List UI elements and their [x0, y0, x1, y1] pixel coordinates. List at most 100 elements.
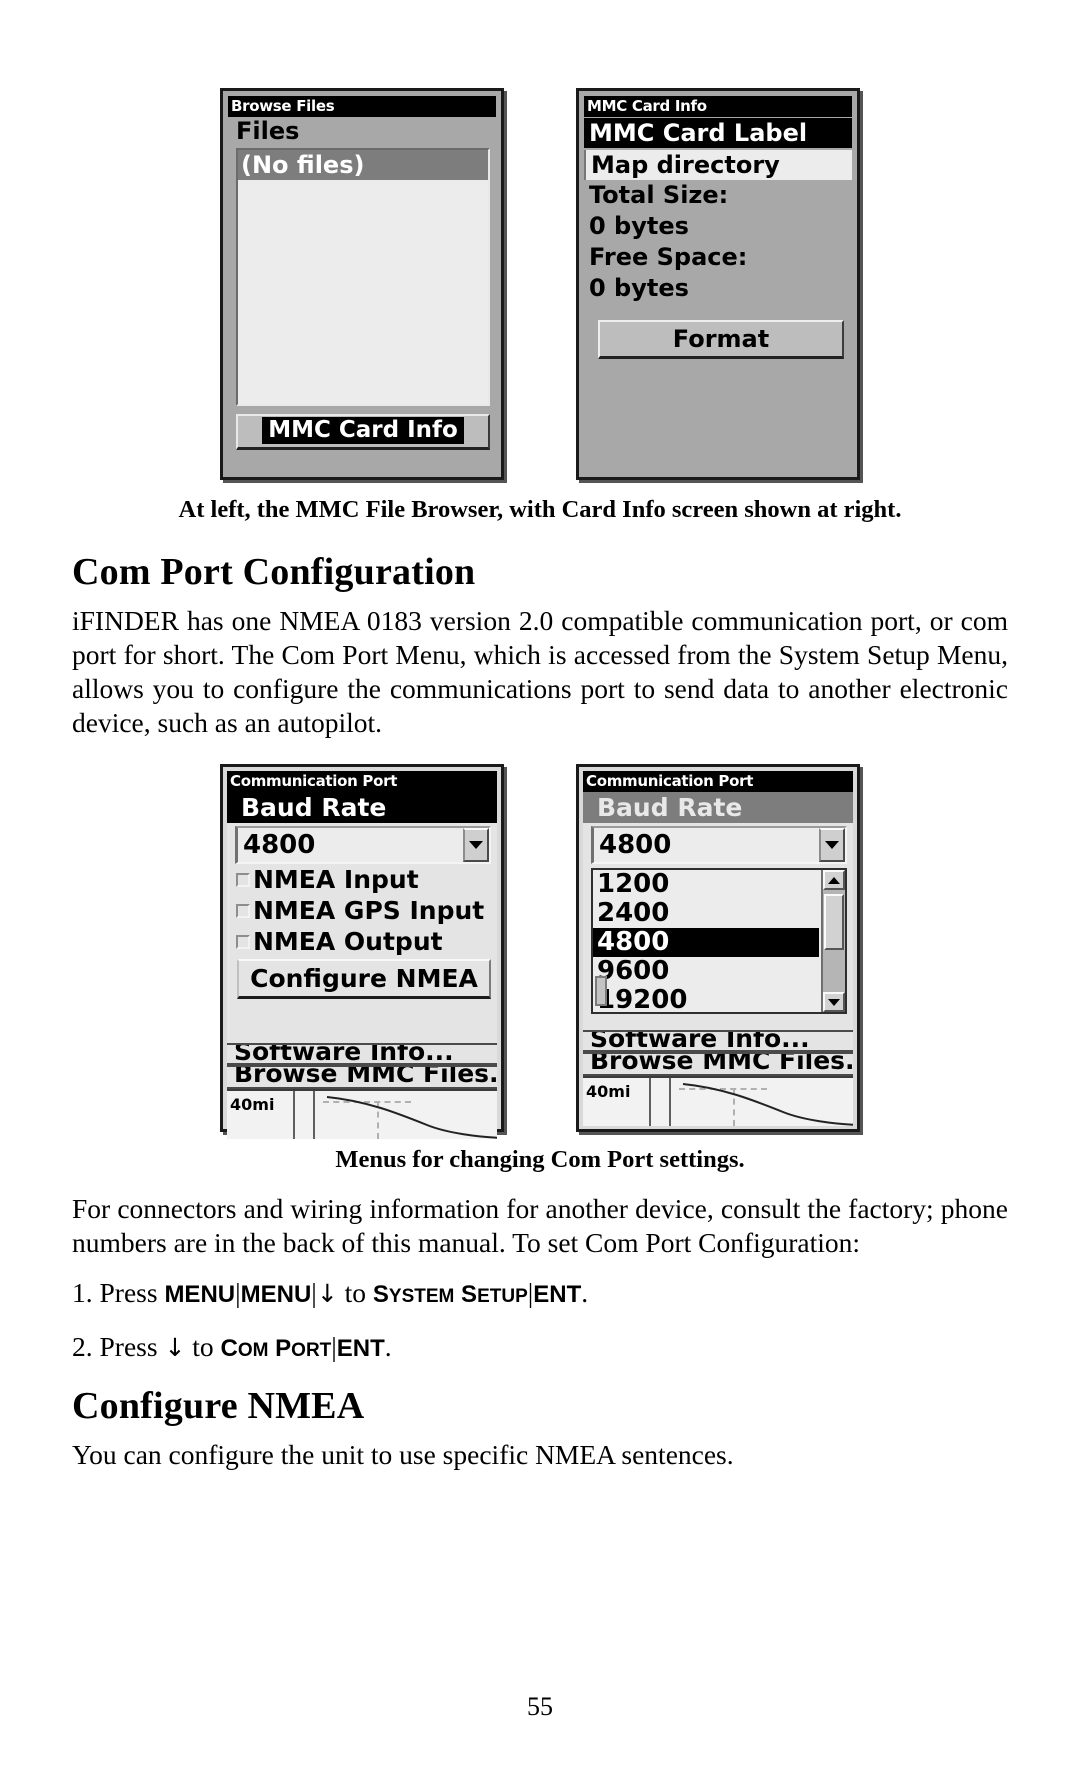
step-1-key-menu-1: MENU — [164, 1281, 236, 1308]
comport-left-inner: Communication Port Baud Rate 4800 NMEA I… — [227, 771, 497, 1139]
browse-files-button-wrap: MMC Card Info — [236, 414, 490, 450]
step-2-target-u2: P — [275, 1335, 292, 1362]
step-2-number: 2. — [72, 1331, 93, 1362]
menu-item-browse-mmc-files-left[interactable]: Browse MMC Files... — [227, 1065, 497, 1089]
figure-mmc-screens: Browse Files Files (No files) MMC Card I… — [0, 88, 1080, 480]
checkbox-nmea-output-label: NMEA Output — [253, 927, 443, 956]
card-label-value[interactable]: Map directory — [584, 150, 852, 180]
step-1-target-u2: S — [461, 1281, 478, 1308]
browse-files-header: Files — [228, 117, 496, 146]
checkbox-icon — [236, 934, 250, 949]
map-coastline — [326, 1096, 497, 1139]
document-page: Browse Files Files (No files) MMC Card I… — [0, 88, 1080, 1770]
heading-configure-nmea: Configure NMEA — [72, 1385, 365, 1427]
device-screen-comport-right: Communication Port Baud Rate 4800 1200 2… — [576, 764, 860, 1132]
arrow-down-icon: ↓ — [316, 1279, 338, 1308]
baud-rate-value-left: 4800 — [243, 830, 316, 860]
baud-rate-dropdown-list[interactable]: 1200 2400 4800 9600 19200 — [591, 868, 847, 1014]
step-1-target-l1: YSTEM — [388, 1286, 455, 1307]
total-size-label: Total Size: — [589, 181, 729, 209]
map-strip-left: 40mi — [227, 1089, 497, 1139]
step-1-key-ent: ENT — [533, 1281, 582, 1308]
baud-rate-combo-right[interactable]: 4800 — [591, 826, 847, 864]
baud-rate-combo-left[interactable]: 4800 — [235, 826, 491, 864]
map-coastline — [682, 1083, 853, 1126]
paragraph-connectors: For connectors and wiring information fo… — [72, 1193, 1008, 1258]
page-number: 55 — [527, 1692, 553, 1721]
step-2-target-l1: OM — [237, 1340, 269, 1361]
mmc-card-info-button-label: MMC Card Info — [262, 417, 464, 444]
checkbox-nmea-output[interactable]: NMEA Output — [227, 926, 497, 957]
format-button[interactable]: Format — [598, 320, 844, 359]
step-1-key-menu-2: MENU — [240, 1281, 312, 1308]
comport-left-spacer — [227, 999, 497, 1043]
baud-option[interactable]: 19200 — [593, 986, 819, 1013]
list-left-nub — [595, 976, 607, 1006]
device-screen-card-info: MMC Card Info MMC Card Label Map directo… — [576, 88, 860, 480]
device-screen-browse-files: Browse Files Files (No files) MMC Card I… — [220, 88, 504, 480]
step-2-press: Press — [99, 1331, 158, 1362]
format-button-wrap: Format — [598, 320, 844, 359]
step-2-period: . — [384, 1331, 392, 1362]
configure-nmea-button[interactable]: Configure NMEA — [237, 959, 491, 999]
browse-files-selected-item[interactable]: (No files) — [238, 150, 488, 180]
mmc-card-info-button[interactable]: MMC Card Info — [236, 414, 490, 450]
menu-item-software-info-right[interactable]: Software Info... — [583, 1030, 853, 1052]
checkbox-icon — [236, 903, 250, 918]
checkbox-nmea-input[interactable]: NMEA Input — [227, 864, 497, 895]
dropdown-scrollbar[interactable] — [821, 870, 845, 1012]
map-strip-right: 40mi — [583, 1076, 853, 1126]
paragraph-com-port-intro: iFINDER has one NMEA 0183 version 2.0 co… — [72, 605, 1008, 738]
arrow-down-icon — [828, 998, 840, 1006]
baud-rate-header-right: Baud Rate — [583, 792, 853, 823]
checkbox-icon — [236, 872, 250, 887]
device-screen-comport-left: Communication Port Baud Rate 4800 NMEA I… — [220, 764, 504, 1139]
arrow-up-icon — [828, 876, 840, 884]
scroll-down-button[interactable] — [823, 992, 845, 1012]
paragraph-configure-nmea: You can configure the unit to use specif… — [72, 1439, 734, 1470]
arrow-down-icon: ↓ — [164, 1333, 186, 1362]
baud-option[interactable]: 2400 — [593, 899, 819, 928]
chevron-down-icon[interactable] — [463, 828, 489, 862]
scrollbar-thumb[interactable] — [824, 894, 844, 950]
menu-item-software-info-left[interactable]: Software Info... — [227, 1043, 497, 1065]
step-2-target-u1: C — [220, 1335, 238, 1362]
step-2-to: to — [192, 1331, 214, 1362]
figure1-caption: At left, the MMC File Browser, with Card… — [178, 496, 902, 523]
baud-rate-options: 1200 2400 4800 9600 19200 — [593, 870, 819, 1013]
browse-files-list[interactable]: (No files) — [236, 148, 490, 406]
comport-left-titlebar: Communication Port — [227, 771, 497, 792]
baud-option[interactable]: 9600 — [593, 957, 819, 986]
step-1-press: Press — [99, 1277, 158, 1308]
total-size-value: 0 bytes — [589, 212, 689, 240]
step-2-key-ent: ENT — [336, 1335, 385, 1362]
checkbox-nmea-gps-input-label: NMEA GPS Input — [253, 896, 485, 925]
card-info-titlebar: MMC Card Info — [584, 96, 852, 117]
step-1-target-l2: ETUP — [477, 1286, 528, 1307]
checkbox-nmea-gps-input[interactable]: NMEA GPS Input — [227, 895, 497, 926]
step-2-target-l2: ORT — [291, 1340, 332, 1361]
chevron-down-icon[interactable] — [819, 828, 845, 862]
figure-comport-screens: Communication Port Baud Rate 4800 NMEA I… — [0, 764, 1080, 1139]
baud-rate-header-left: Baud Rate — [227, 792, 497, 823]
heading-com-port-configuration: Com Port Configuration — [72, 551, 476, 593]
step-1-target-u1: S — [372, 1281, 389, 1308]
step-1-to: to — [344, 1277, 367, 1308]
card-info-body: MMC Card Label Map directory Total Size:… — [584, 118, 852, 472]
card-label-header: MMC Card Label — [584, 118, 852, 148]
step-1-target: SYSTEM SETUP — [373, 1281, 528, 1308]
comport-right-titlebar: Communication Port — [583, 771, 853, 792]
step-2-target: COM PORT — [221, 1335, 332, 1362]
free-space-value: 0 bytes — [589, 274, 689, 302]
step-1: 1. Press MENU|MENU|↓ to SYSTEM SETUP|ENT… — [72, 1276, 1008, 1314]
step-1-number: 1. — [72, 1277, 93, 1308]
browse-files-titlebar: Browse Files — [228, 96, 496, 117]
step-1-period: . — [581, 1277, 589, 1308]
baud-option-selected[interactable]: 4800 — [593, 928, 819, 957]
scroll-up-button[interactable] — [823, 870, 845, 890]
menu-item-browse-mmc-files-right[interactable]: Browse MMC Files... — [583, 1052, 853, 1076]
browse-files-body: Files (No files) MMC Card Info — [228, 117, 496, 471]
comport-right-inner: Communication Port Baud Rate 4800 1200 2… — [583, 771, 853, 1126]
baud-option[interactable]: 1200 — [593, 870, 819, 899]
step-2: 2. Press ↓ to COM PORT|ENT. — [72, 1330, 1008, 1368]
